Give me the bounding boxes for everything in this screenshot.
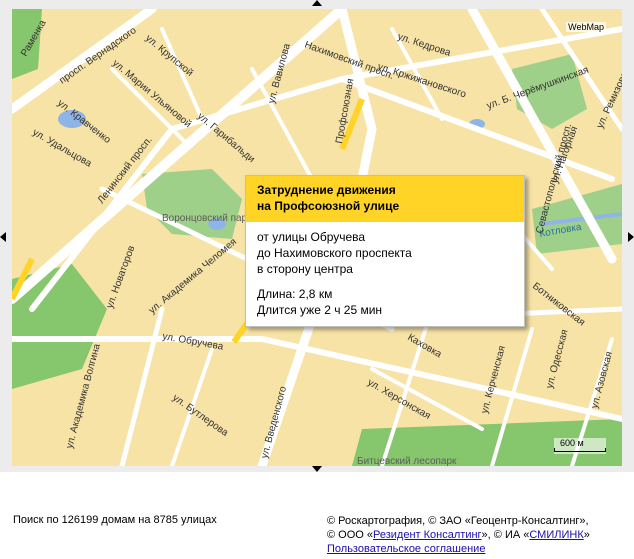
street-label: ул. Новаторов bbox=[104, 244, 137, 310]
popup-line-to: до Нахимовского проспекта bbox=[257, 246, 412, 260]
street-label: ул. Введенского bbox=[259, 385, 289, 460]
map-frame: Раменка просп. Вернадского ул. Крупской … bbox=[0, 0, 634, 472]
popup-body: от улицы Обручева до Нахимовского проспе… bbox=[246, 222, 524, 318]
pan-right-arrow-icon[interactable] bbox=[628, 232, 634, 242]
street-label: ул. Гарибальди bbox=[195, 110, 257, 165]
smilink-link[interactable]: СМИЛИНК bbox=[529, 529, 583, 541]
popup-title: Затруднение движения на Профсоюзной улиц… bbox=[257, 183, 400, 213]
popup-line-from: от улицы Обручева bbox=[257, 230, 366, 244]
street-label: ул. Керченская bbox=[479, 345, 508, 415]
copyright-line-1: © Роскартография, © ЗАО «Геоцентр-Консал… bbox=[327, 515, 589, 527]
copyright-text: » bbox=[583, 529, 590, 541]
scale-line bbox=[554, 448, 606, 452]
traffic-popup: Затруднение движения на Профсоюзной улиц… bbox=[245, 175, 525, 327]
poi-label: Воронцовский парк bbox=[162, 213, 252, 224]
pan-up-arrow-icon[interactable] bbox=[312, 0, 322, 6]
scale-bar: 600 м bbox=[554, 438, 606, 454]
scale-label: 600 м bbox=[560, 438, 584, 448]
street-label: ул. Одесская bbox=[544, 328, 570, 389]
street-label: ул. Обручева bbox=[161, 330, 224, 353]
copyright-block: © Роскартография, © ЗАО «Геоцентр-Консал… bbox=[327, 514, 590, 556]
street-label: Профсоюзная bbox=[333, 78, 356, 145]
map-brand: WebMap bbox=[566, 22, 606, 32]
park-vorontsovsky bbox=[142, 169, 242, 239]
popup-line-direction: в сторону центра bbox=[257, 262, 353, 276]
popup-length: Длина: 2,8 км bbox=[257, 287, 333, 301]
popup-spacer bbox=[257, 277, 524, 286]
popup-header: Затруднение движения на Профсоюзной улиц… bbox=[246, 176, 524, 222]
pan-left-arrow-icon[interactable] bbox=[0, 232, 6, 242]
street-label: ул. Азовская bbox=[589, 350, 615, 410]
user-agreement-link[interactable]: Пользовательское соглашение bbox=[327, 542, 590, 556]
street-label: ул. Крупской bbox=[143, 33, 195, 79]
copyright-text: © ООО « bbox=[327, 529, 374, 541]
street-label: ул. Бутлерова bbox=[170, 392, 230, 439]
street-label: ул. Академика Челомея bbox=[147, 236, 239, 316]
street-label: ул. Удальцова bbox=[31, 127, 94, 170]
pan-down-arrow-icon[interactable] bbox=[312, 466, 322, 472]
street-label: Ботниковская bbox=[530, 281, 587, 329]
search-stats: Поиск по 126199 домам на 8785 улицах bbox=[13, 514, 217, 526]
copyright-line-2: © ООО «Резидент Консалтинг», © ИА «СМИЛИ… bbox=[327, 528, 590, 542]
popup-duration: Длится уже 2 ч 25 мин bbox=[257, 303, 383, 317]
copyright-text: », © ИА « bbox=[481, 529, 530, 541]
poi-label: Битцевский лесопарк bbox=[357, 456, 457, 466]
resident-consulting-link[interactable]: Резидент Консалтинг bbox=[373, 529, 482, 541]
